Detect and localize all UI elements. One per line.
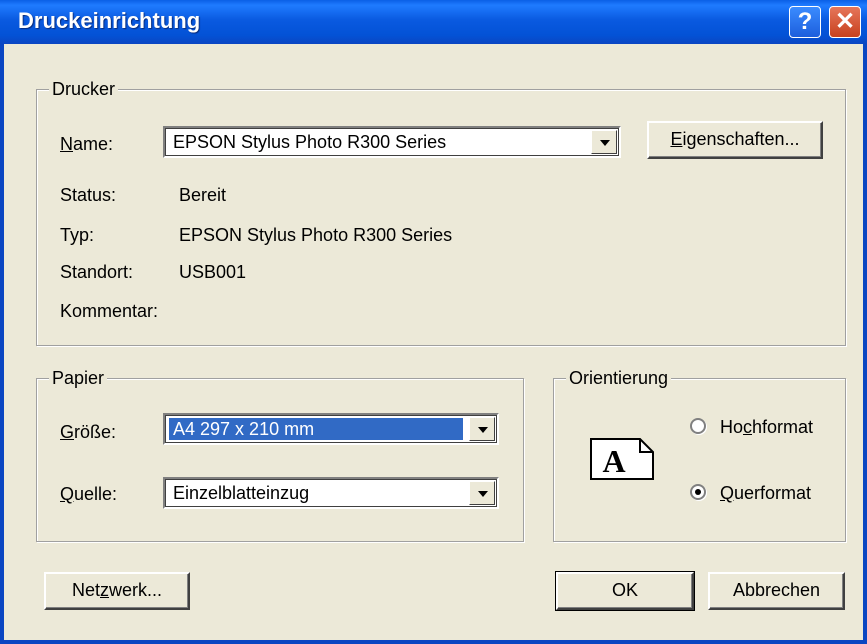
dialog-title: Druckeinrichtung <box>18 8 201 33</box>
properties-button[interactable]: Eigenschaften... <box>647 121 823 159</box>
paper-source-value: Einzelblatteinzug <box>173 483 310 503</box>
network-button[interactable]: Netzwerk... <box>44 572 190 610</box>
landscape-label[interactable]: Querformat <box>720 482 811 504</box>
paper-source-label: Quelle: <box>60 484 118 504</box>
orientation-group-label: Orientierung <box>566 367 672 389</box>
window-border-left <box>0 44 4 644</box>
portrait-label[interactable]: Hochformat <box>720 416 813 438</box>
help-icon[interactable]: ? <box>789 6 821 38</box>
title-bar[interactable]: Druckeinrichtung ? ✕ <box>0 0 867 44</box>
location-label: Standort: <box>60 262 134 282</box>
portrait-radio[interactable] <box>690 418 706 434</box>
status-label: Status: <box>60 185 117 205</box>
comment-label: Kommentar: <box>60 301 159 321</box>
paper-size-value: A4 297 x 210 mm <box>169 418 463 440</box>
location-value: USB001 <box>179 262 247 282</box>
dropdown-arrow-icon[interactable] <box>591 130 617 154</box>
window-border-bottom <box>0 640 867 644</box>
paper-group: Papier <box>36 367 524 542</box>
window-border-right <box>863 44 867 644</box>
paper-group-label: Papier <box>49 367 108 389</box>
printer-name-select[interactable]: EPSON Stylus Photo R300 Series <box>163 126 621 158</box>
dropdown-arrow-icon[interactable] <box>469 417 495 441</box>
dropdown-arrow-icon[interactable] <box>469 481 495 505</box>
paper-size-select[interactable]: A4 297 x 210 mm <box>163 413 499 445</box>
print-setup-dialog: Druckeinrichtung ? ✕ Drucker Name: EPSON… <box>0 0 867 644</box>
close-icon[interactable]: ✕ <box>829 6 861 38</box>
printer-group-label: Drucker <box>49 78 119 100</box>
ok-button[interactable]: OK <box>555 571 695 611</box>
printer-name-label: Name: <box>60 134 114 154</box>
paper-source-select[interactable]: Einzelblatteinzug <box>163 477 499 509</box>
cancel-button[interactable]: Abbrechen <box>708 572 845 610</box>
printer-name-value: EPSON Stylus Photo R300 Series <box>173 132 447 152</box>
page-orientation-letter: A <box>602 443 625 479</box>
page-orientation-icon: A <box>590 438 654 480</box>
landscape-radio[interactable] <box>690 484 706 500</box>
type-value: EPSON Stylus Photo R300 Series <box>179 225 453 245</box>
paper-size-label: Größe: <box>60 422 117 442</box>
status-value: Bereit <box>179 185 227 205</box>
type-label: Typ: <box>60 225 95 245</box>
